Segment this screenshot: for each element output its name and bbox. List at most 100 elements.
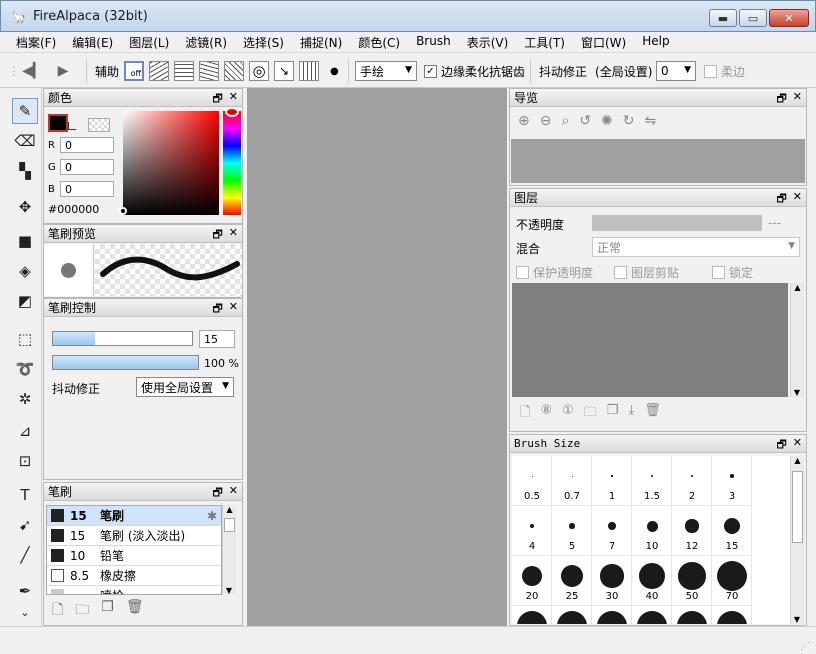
- brush-stabilizer-select[interactable]: 使用全局设置 ▼: [136, 377, 234, 397]
- new-brush-icon[interactable]: 🗋: [52, 599, 63, 623]
- text-tool-icon[interactable]: T: [12, 482, 38, 508]
- r-input[interactable]: 0: [60, 137, 114, 153]
- merge-down-icon[interactable]: ⤓: [628, 403, 634, 425]
- float-icon[interactable]: 🗗: [212, 226, 222, 245]
- list-item[interactable]: 喷枪: [47, 586, 221, 594]
- list-item[interactable]: 8.5 橡皮擦: [47, 566, 221, 586]
- brush-size-cell[interactable]: 5: [552, 506, 592, 556]
- close-icon[interactable]: ✕: [229, 300, 238, 319]
- brush-size-cell[interactable]: 3: [712, 456, 752, 506]
- scroll-down-icon[interactable]: ▼: [223, 586, 235, 595]
- brush-size-cell[interactable]: 2: [672, 456, 712, 506]
- saturation-value-picker[interactable]: [123, 111, 219, 215]
- brush-size-cell[interactable]: 200: [592, 606, 632, 624]
- close-icon[interactable]: ✕: [793, 190, 802, 209]
- duplicate-layer-icon[interactable]: ❐: [607, 403, 619, 425]
- dot-tool-icon[interactable]: ▚: [12, 158, 38, 184]
- new-folder-icon[interactable]: 🗀: [584, 403, 597, 425]
- menu-filter[interactable]: 滤镜(R): [177, 32, 235, 52]
- brush-size-cell[interactable]: 0.5: [512, 456, 552, 506]
- layer-opacity-slider[interactable]: [592, 215, 762, 231]
- scroll-down-icon[interactable]: ▼: [791, 615, 803, 624]
- brush-size-cell[interactable]: 20: [512, 556, 552, 606]
- float-icon[interactable]: 🗗: [776, 190, 786, 209]
- scroll-up-icon[interactable]: ▲: [223, 505, 236, 514]
- bucket-tool-icon[interactable]: ◈: [12, 258, 38, 284]
- new-8bit-layer-icon[interactable]: ⑧: [540, 403, 552, 425]
- menu-tools[interactable]: 工具(T): [516, 32, 573, 52]
- scroll-thumb[interactable]: [224, 518, 235, 532]
- select-pen-tool-icon[interactable]: ⊿: [12, 418, 38, 444]
- list-item[interactable]: 15 笔刷 (淡入淡出): [47, 526, 221, 546]
- brush-size-cell[interactable]: 1.5: [632, 456, 672, 506]
- brush-size-cell[interactable]: 0.7: [552, 456, 592, 506]
- menu-layer[interactable]: 图层(L): [121, 32, 177, 52]
- brush-size-scrollbar[interactable]: ▲ ▼: [790, 456, 804, 624]
- brush-size-cell[interactable]: 1: [592, 456, 632, 506]
- brush-size-cell[interactable]: 10: [632, 506, 672, 556]
- canvas-area[interactable]: [247, 88, 507, 626]
- zoom-in-icon[interactable]: ⊕: [518, 113, 530, 129]
- folder-icon[interactable]: 🗀: [75, 599, 89, 623]
- menu-help[interactable]: Help: [634, 32, 677, 52]
- brush-size-cell[interactable]: 70: [712, 556, 752, 606]
- transparent-color-swatch[interactable]: [88, 118, 110, 132]
- operation-tool-icon[interactable]: ➹: [12, 512, 38, 538]
- snap-grid-icon[interactable]: [174, 61, 194, 81]
- zoom-out-icon[interactable]: ⊖: [540, 113, 552, 129]
- float-icon[interactable]: 🗗: [776, 90, 786, 109]
- menu-select[interactable]: 选择(S): [235, 32, 292, 52]
- float-icon[interactable]: 🗗: [212, 484, 222, 503]
- snap-off-button[interactable]: off: [124, 61, 144, 81]
- new-1bit-layer-icon[interactable]: ①: [562, 403, 574, 425]
- menu-window[interactable]: 窗口(W): [573, 32, 634, 52]
- brush-size-cell[interactable]: 300: [632, 606, 672, 624]
- float-icon[interactable]: 🗗: [776, 436, 786, 455]
- menu-snap[interactable]: 捕捉(N): [292, 32, 350, 52]
- snap-curve-icon[interactable]: ↘: [274, 61, 294, 81]
- foreground-color-swatch[interactable]: [48, 114, 68, 132]
- swap-color-icon[interactable]: [68, 122, 76, 130]
- hex-value[interactable]: #000000: [48, 203, 99, 216]
- gradient-tool-icon[interactable]: ◩: [12, 288, 38, 314]
- new-layer-icon[interactable]: 🗋: [520, 403, 530, 425]
- close-icon[interactable]: ✕: [793, 90, 802, 109]
- pen-tool-icon[interactable]: ✎: [12, 98, 38, 124]
- brush-size-cell[interactable]: 400: [672, 606, 712, 624]
- brush-size-cell[interactable]: 500: [712, 606, 752, 624]
- maximize-button[interactable]: ▭: [739, 9, 767, 27]
- minimize-button[interactable]: ▬: [709, 9, 737, 27]
- brush-size-cell[interactable]: 7: [592, 506, 632, 556]
- brush-size-cell[interactable]: 15: [712, 506, 752, 556]
- blend-mode-select[interactable]: 正常 ▼: [592, 237, 800, 257]
- brush-size-cell[interactable]: 150: [552, 606, 592, 624]
- rotate-left-icon[interactable]: ↺: [579, 113, 591, 129]
- stabilizer-select[interactable]: 0 ▼: [656, 61, 696, 81]
- resize-grip-icon[interactable]: ⋰: [800, 641, 810, 652]
- close-button[interactable]: ✕: [769, 9, 809, 27]
- soft-edge-checkbox[interactable]: [704, 64, 717, 78]
- layer-list-scrollbar[interactable]: ▲ ▼: [790, 283, 804, 397]
- lock-checkbox[interactable]: [712, 266, 725, 279]
- divide-tool-icon[interactable]: ╱: [12, 542, 38, 568]
- size-slider[interactable]: [52, 331, 193, 346]
- float-icon[interactable]: 🗗: [212, 300, 222, 319]
- menu-color[interactable]: 颜色(C): [350, 32, 408, 52]
- sv-cursor[interactable]: [119, 207, 127, 215]
- brush-size-cell[interactable]: 100: [512, 606, 552, 624]
- draw-mode-select[interactable]: 手绘 ▼: [355, 61, 417, 81]
- expand-icon[interactable]: ⌄: [12, 604, 38, 620]
- magic-wand-tool-icon[interactable]: ✲: [12, 386, 38, 412]
- trash-icon[interactable]: 🗑: [126, 599, 144, 623]
- scroll-up-icon[interactable]: ▲: [791, 456, 804, 465]
- size-input[interactable]: 15: [199, 330, 235, 348]
- navigator-preview[interactable]: [511, 139, 805, 183]
- delete-layer-icon[interactable]: 🗑: [644, 403, 661, 425]
- move-tool-icon[interactable]: ✥: [12, 194, 38, 220]
- eraser-tool-icon[interactable]: ⌫: [12, 128, 38, 154]
- snap-circle-icon[interactable]: ◎: [249, 61, 269, 81]
- g-input[interactable]: 0: [60, 159, 114, 175]
- snap-parallel-icon[interactable]: [149, 61, 169, 81]
- snap-cross-icon[interactable]: [199, 61, 219, 81]
- opacity-slider[interactable]: [52, 355, 199, 370]
